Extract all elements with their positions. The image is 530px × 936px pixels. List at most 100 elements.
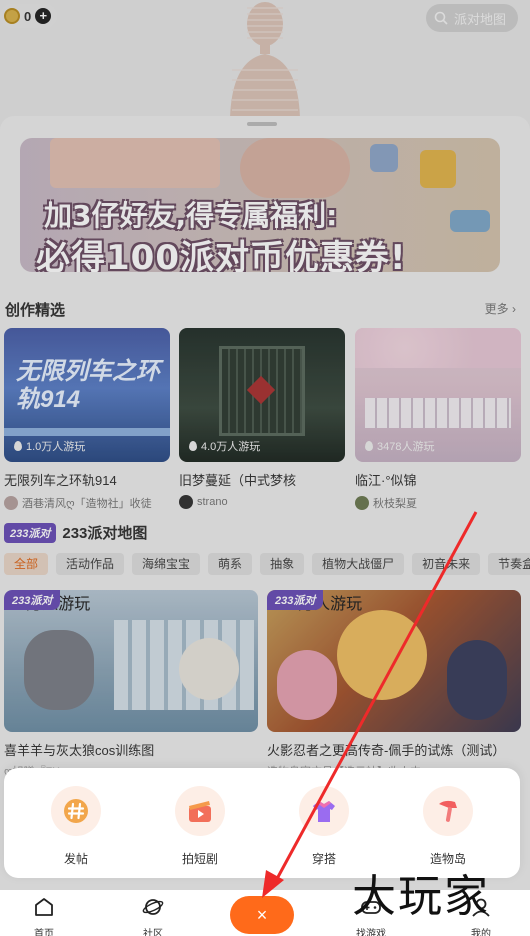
card-title: 临江·°似锦 xyxy=(355,473,417,488)
pop-icon-wrap xyxy=(299,786,349,836)
home-icon xyxy=(35,898,53,916)
rail-graphic xyxy=(4,428,170,436)
search-label: 派对地图 xyxy=(454,11,507,27)
chip-all[interactable]: 全部 xyxy=(4,553,49,575)
add-coin-button[interactable]: + xyxy=(35,8,52,24)
party-badge: 233派对 xyxy=(4,522,57,543)
pop-icon-wrap xyxy=(51,786,101,836)
card-thumbnail: 3478人游玩 xyxy=(355,328,521,462)
card-thumbnail: 无限列车之环轨914 1.0万人游玩 xyxy=(4,328,170,462)
party-map-title: 233派对地图 xyxy=(62,525,148,542)
coin-icon xyxy=(4,8,20,24)
featured-card[interactable]: 3478人游玩 临江·°似锦 秋枝梨夏 xyxy=(355,328,521,511)
map-card[interactable]: 233派对 4.1万人游玩 喜羊羊与灰太狼cos训练图 ღ旭曦『ZX』 xyxy=(4,590,258,779)
chevron-right-icon: › xyxy=(512,302,516,316)
card-title: 无限列车之环轨914 xyxy=(4,473,117,488)
sakura-graphic xyxy=(277,650,337,720)
wolf-graphic xyxy=(24,630,94,710)
banner-art xyxy=(450,210,490,232)
naruto-graphic xyxy=(337,610,427,700)
chip-spongebob[interactable]: 海绵宝宝 xyxy=(132,553,201,575)
card-title: 火影忍者之更高传奇-佩手的试炼（测试） xyxy=(267,743,506,758)
featured-title: 创作精选 xyxy=(5,302,66,319)
avatar xyxy=(179,495,193,509)
creation-island-button[interactable]: 造物岛 xyxy=(408,786,488,867)
nav-label: 找游戏 xyxy=(356,929,386,936)
search-icon xyxy=(434,11,448,25)
featured-card[interactable]: 无限列车之环轨914 1.0万人游玩 无限列车之环轨914 酒巷清风ღ「造物社」… xyxy=(4,328,170,511)
author-name: 酒巷清风ღ「造物社」收徒 xyxy=(22,498,152,510)
close-create-button[interactable]: × xyxy=(230,896,294,934)
pop-label: 拍短剧 xyxy=(181,852,218,866)
pop-label: 发帖 xyxy=(63,852,88,866)
more-label: 更多 xyxy=(484,302,509,316)
short-drama-button[interactable]: 拍短剧 xyxy=(160,786,240,867)
hashtag-icon xyxy=(64,799,88,823)
sasuke-graphic xyxy=(447,640,507,720)
map-card[interactable]: 233派对 15.8万人游玩 火影忍者之更高传奇-佩手的试炼（测试） 造物岛官方… xyxy=(267,590,521,779)
banner-line-1: 加3仔好友,得专属福利: xyxy=(44,199,338,232)
clapper-icon xyxy=(189,801,211,822)
promo-banner[interactable]: 加3仔好友,得专属福利: 必得100派对币优惠券! xyxy=(20,138,500,272)
pop-icon-wrap xyxy=(175,786,225,836)
author-name: 秋枝梨夏 xyxy=(373,498,417,510)
flame-icon xyxy=(14,441,22,451)
pop-icon-wrap xyxy=(423,786,473,836)
card-author[interactable]: 秋枝梨夏 xyxy=(355,495,521,511)
banner-art xyxy=(370,144,398,172)
play-count: 3478人游玩 xyxy=(365,438,434,454)
author-name: strano xyxy=(197,496,228,508)
play-count-text: 1.0万人游玩 xyxy=(26,441,86,453)
drag-handle[interactable] xyxy=(247,122,277,126)
chip-miku[interactable]: 初音未来 xyxy=(412,553,481,575)
featured-card[interactable]: 4.0万人游玩 旧梦蔓延（中式梦核 strano xyxy=(179,328,345,509)
outfit-button[interactable]: 穿搭 xyxy=(284,786,364,867)
hammer-icon xyxy=(439,800,457,822)
chip-rhythm[interactable]: 节奏盒子 xyxy=(488,553,530,575)
watermark-logo: 大玩家 xyxy=(352,871,490,922)
party-map-search-button[interactable]: 派对地图 xyxy=(426,4,518,32)
banner-art xyxy=(50,138,220,188)
category-chips: 全部 活动作品 海绵宝宝 萌系 抽象 植物大战僵尸 初音未来 节奏盒子 xyxy=(4,553,530,575)
card-author[interactable]: 酒巷清风ღ「造物社」收徒 xyxy=(4,495,170,511)
play-count: 4.0万人游玩 xyxy=(189,438,260,454)
flame-icon xyxy=(189,441,197,451)
card-author[interactable]: strano xyxy=(179,495,345,509)
coin-count: 0 xyxy=(24,8,32,24)
card-thumbnail: 4.0万人游玩 xyxy=(179,328,345,462)
card-thumbnail: 233派对 4.1万人游玩 xyxy=(4,590,258,732)
nav-home[interactable]: 首页 xyxy=(14,896,74,936)
nav-label: 社区 xyxy=(143,929,163,936)
chip-abstract[interactable]: 抽象 xyxy=(260,553,305,575)
play-count: 1.0万人游玩 xyxy=(14,438,85,454)
thumb-title: 无限列车之环轨914 xyxy=(16,358,160,413)
post-button[interactable]: 发帖 xyxy=(36,786,116,867)
outfit-icon xyxy=(313,801,335,822)
nav-label: 我的 xyxy=(471,929,491,936)
avatar xyxy=(355,496,369,510)
chip-pvz[interactable]: 植物大战僵尸 xyxy=(312,553,405,575)
banner-art xyxy=(240,138,350,198)
play-count-text: 3478人游玩 xyxy=(377,441,435,453)
coin-balance[interactable]: 0 + xyxy=(0,4,58,28)
avatar-figure[interactable] xyxy=(222,0,308,118)
banner-line-2: 必得100派对币优惠券! xyxy=(36,238,407,272)
planet-icon xyxy=(142,899,164,915)
card-title: 喜羊羊与灰太狼cos训练图 xyxy=(4,743,155,758)
chip-activity[interactable]: 活动作品 xyxy=(56,553,125,575)
play-count-text: 4.0万人游玩 xyxy=(201,441,261,453)
card-title: 旧梦蔓延（中式梦核 xyxy=(179,473,297,488)
party-tag: 233派对 xyxy=(4,590,61,610)
card-thumbnail: 233派对 15.8万人游玩 xyxy=(267,590,521,732)
fence-graphic xyxy=(365,398,511,428)
flame-icon xyxy=(365,441,373,451)
party-tag: 233派对 xyxy=(267,590,324,610)
featured-more-link[interactable]: 更多 › xyxy=(485,300,516,317)
chip-cute[interactable]: 萌系 xyxy=(208,553,253,575)
nav-community[interactable]: 社区 xyxy=(123,896,183,936)
blossom-graphic xyxy=(355,328,521,368)
avatar xyxy=(4,496,18,510)
nav-label: 首页 xyxy=(34,929,54,936)
sheep-graphic xyxy=(179,638,239,700)
banner-art xyxy=(420,150,456,188)
